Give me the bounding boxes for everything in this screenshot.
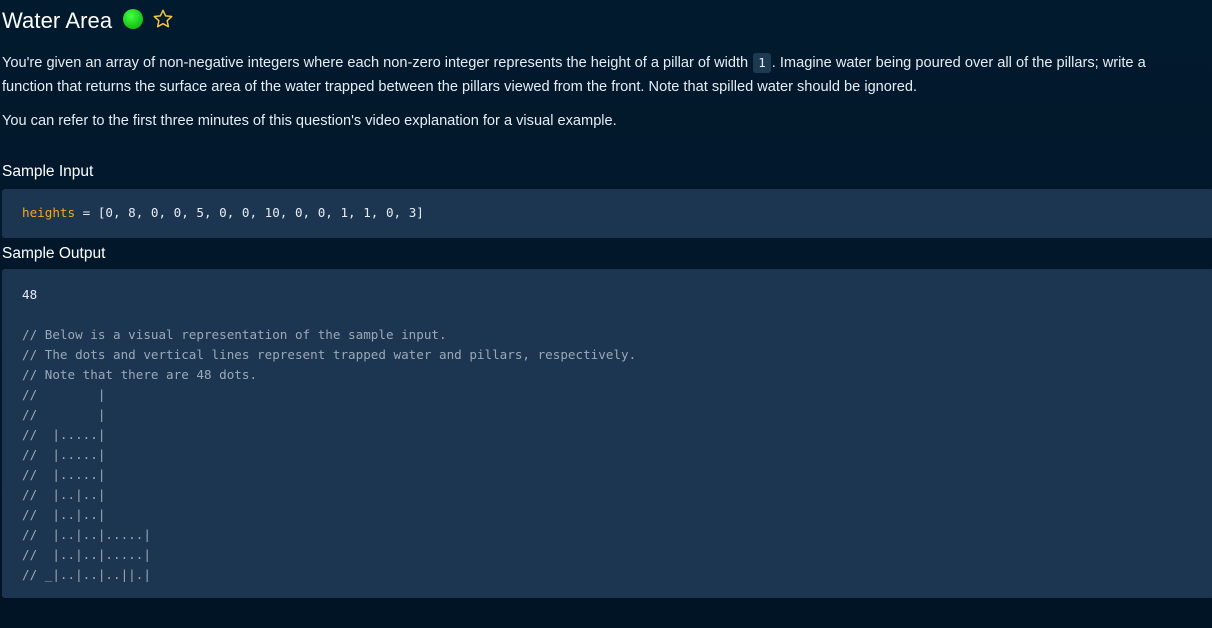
completed-dot-icon	[123, 9, 144, 29]
inline-code: 1	[753, 53, 771, 73]
comment-line: // |..|..|	[22, 507, 106, 522]
comment-line: // _|..|..|..||.|	[22, 567, 151, 582]
comment-line: // |.....|	[22, 427, 106, 442]
sample-output-code: 48 // Below is a visual representation o…	[2, 269, 1212, 598]
sample-input-heading: Sample Input	[2, 163, 94, 180]
comment-line: // The dots and vertical lines represent…	[22, 347, 637, 362]
sample-input-code: heights = [0, 8, 0, 0, 5, 0, 0, 10, 0, 0…	[2, 189, 1212, 238]
problem-statement: Water Area You're given an array of non-…	[2, 0, 1212, 598]
comment-line: // |.....|	[22, 467, 106, 482]
description-paragraph: You're given an array of non-negative in…	[2, 51, 1192, 99]
sample-output-heading: Sample Output	[2, 245, 106, 262]
comment-line: // |	[22, 387, 106, 402]
comment-line: // |..|..|.....|	[22, 527, 151, 542]
description-text-start: You're given an array of non-negative in…	[2, 55, 753, 71]
video-reference-paragraph: You can refer to the first three minutes…	[2, 113, 617, 129]
comment-line: // Below is a visual representation of t…	[22, 327, 447, 342]
output-value: 48	[22, 287, 38, 302]
comment-line: // Note that there are 48 dots.	[22, 367, 258, 382]
title-row: Water Area	[2, 0, 1212, 40]
page-title: Water Area	[2, 7, 113, 33]
input-variable: heights	[22, 205, 76, 220]
comment-line: // |	[22, 407, 106, 422]
comment-line: // |..|..|	[22, 487, 106, 502]
star-outline-icon[interactable]	[152, 8, 174, 30]
comment-line: // |..|..|.....|	[22, 547, 151, 562]
comment-line: // |.....|	[22, 447, 106, 462]
input-value: = [0, 8, 0, 0, 5, 0, 0, 10, 0, 0, 1, 1, …	[75, 205, 424, 220]
